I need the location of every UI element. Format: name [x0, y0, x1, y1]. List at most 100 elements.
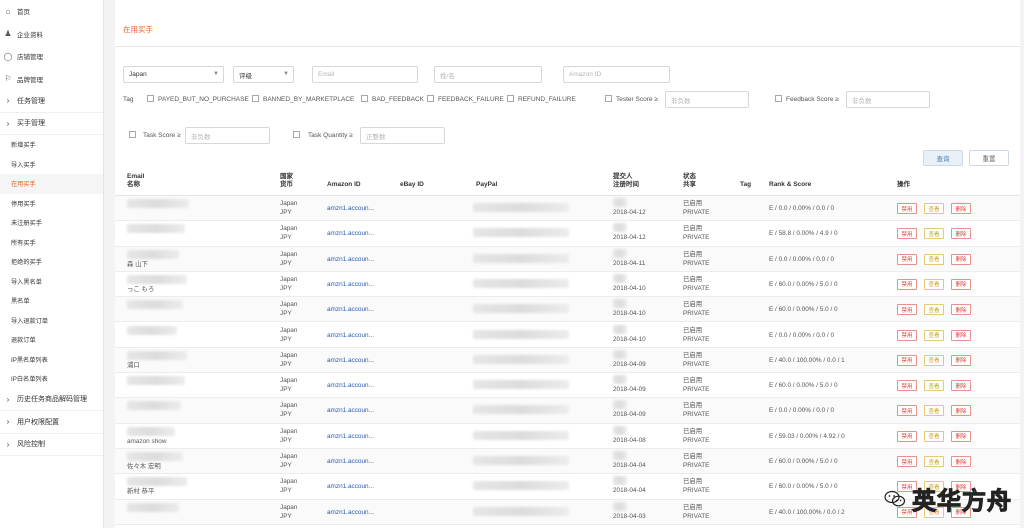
table-row[interactable]: Japan JPY amzn1.accoun... 2018-04-12 已启用 PRIV… — [115, 221, 1020, 247]
tag-checkbox[interactable] — [361, 95, 368, 102]
amazon-id-link[interactable]: amzn1.accoun... — [327, 230, 374, 238]
ban-button[interactable]: 禁用 — [897, 203, 917, 214]
sidebar-subitem[interactable]: 未注册买手 — [0, 213, 103, 233]
amazon-id-link[interactable]: amzn1.accoun... — [327, 458, 374, 466]
view-button[interactable]: 查看 — [924, 304, 944, 316]
delete-button[interactable]: 删除 — [951, 405, 971, 417]
view-button[interactable]: 查看 — [924, 253, 944, 265]
ban-button[interactable]: 禁用 — [897, 278, 917, 290]
table-row[interactable]: Japan JPY amzn1.accoun... 2018-04-10 已启用 PRIV… — [115, 297, 1020, 323]
table-row[interactable]: amazon show Japan JPY amzn1.accoun... 2018-0… — [115, 424, 1020, 449]
ban-button[interactable]: 禁用 — [897, 405, 917, 417]
table-row[interactable]: 森 山下 Japan JPY amzn1.accoun... 2018-04-11 已启用… — [115, 246, 1020, 272]
sidebar-subitem[interactable]: IP黑名单列表 — [0, 350, 103, 370]
sidebar-subitem[interactable]: 新增买手 — [0, 135, 103, 155]
task-quantity-checkbox[interactable] — [293, 131, 300, 138]
feedback-score-input[interactable]: 非负数 — [846, 91, 930, 108]
ban-button[interactable]: 禁用 — [897, 253, 917, 265]
ban-button[interactable]: 禁用 — [897, 430, 917, 442]
delete-button[interactable]: 删除 — [951, 354, 971, 366]
table-row[interactable]: 佐々木 宏明 Japan JPY amzn1.accoun... 2018-04-04 已… — [115, 449, 1020, 475]
view-button[interactable]: 查看 — [924, 203, 944, 214]
view-button[interactable]: 查看 — [924, 228, 944, 240]
view-button[interactable]: 查看 — [924, 329, 944, 341]
amazon-id-input[interactable]: Amazon ID — [563, 66, 670, 83]
sidebar-subitem[interactable]: IP白名单列表 — [0, 369, 103, 389]
table-row[interactable]: っこ もろ Japan JPY amzn1.accoun... 2018-04-10 已启… — [115, 272, 1020, 298]
table-row[interactable]: Japan JPY amzn1.accoun... 2018-04-09 已启用 PRIV… — [115, 398, 1020, 424]
ban-button[interactable]: 禁用 — [897, 354, 917, 366]
sidebar-subitem[interactable]: 退款订单 — [0, 330, 103, 350]
delete-button[interactable]: 删除 — [951, 430, 971, 442]
view-button[interactable]: 查看 — [924, 380, 944, 392]
amazon-id-link[interactable]: amzn1.accoun... — [327, 306, 374, 314]
task-score-input[interactable]: 非负数 — [185, 127, 270, 144]
sidebar-group[interactable]: › 买手管理 — [0, 113, 103, 135]
sidebar-subitem[interactable]: 黑名单 — [0, 291, 103, 311]
sidebar-subitem[interactable]: 导入买手 — [0, 155, 103, 175]
sidebar-subitem[interactable]: 导入退款订单 — [0, 311, 103, 331]
amazon-id-link[interactable]: amzn1.accoun... — [327, 382, 374, 390]
rank-score-cell: E / 60.0 / 0.00% / 5.0 / 0 — [769, 382, 838, 390]
delete-button[interactable]: 删除 — [951, 380, 971, 392]
sidebar-item-home[interactable]: ⌂ 首页 — [0, 0, 103, 23]
amazon-id-link[interactable]: amzn1.accoun... — [327, 357, 374, 365]
ban-button[interactable]: 禁用 — [897, 329, 917, 341]
table-row[interactable]: Japan JPY amzn1.accoun... 2018-04-10 已启用 PRIV… — [115, 323, 1020, 348]
sidebar-group[interactable]: › 用户权限配置 — [0, 411, 103, 434]
amazon-id-link[interactable]: amzn1.accoun... — [327, 256, 374, 264]
ban-button[interactable]: 禁用 — [897, 228, 917, 240]
view-button[interactable]: 查看 — [924, 456, 944, 467]
tag-checkbox[interactable] — [507, 95, 514, 102]
tester-score-checkbox[interactable] — [605, 95, 612, 102]
sidebar-group[interactable]: › 风险控制 — [0, 434, 103, 456]
table-row[interactable]: Japan JPY amzn1.accoun... 2018-04-12 已启用 PRIV… — [115, 196, 1020, 222]
amazon-id-link[interactable]: amzn1.accoun... — [327, 433, 374, 441]
ban-button[interactable]: 禁用 — [897, 304, 917, 316]
email-input[interactable]: Email — [312, 66, 418, 83]
rating-select[interactable]: 评级 ▼ — [233, 66, 294, 83]
sidebar-subitem[interactable]: 停用买手 — [0, 194, 103, 214]
view-button[interactable]: 查看 — [924, 430, 944, 442]
amazon-id-link[interactable]: amzn1.accoun... — [327, 407, 374, 415]
sidebar-item-company[interactable]: ♟ 企业资料 — [0, 23, 103, 46]
table-row[interactable]: 浦口 Japan JPY amzn1.accoun... 2018-04-09 已启用 PR… — [115, 347, 1020, 374]
amazon-id-link[interactable]: amzn1.accoun... — [327, 281, 374, 289]
view-button[interactable]: 查看 — [924, 354, 944, 366]
feedback-score-checkbox[interactable] — [775, 95, 782, 102]
delete-button[interactable]: 删除 — [951, 253, 971, 265]
delete-button[interactable]: 删除 — [951, 203, 971, 214]
delete-button[interactable]: 删除 — [951, 228, 971, 240]
ban-button[interactable]: 禁用 — [897, 456, 917, 467]
tag-checkbox[interactable] — [147, 95, 154, 102]
sidebar-subitem[interactable]: 在用买手 — [0, 174, 103, 194]
sidebar-subitem[interactable]: 所有买手 — [0, 233, 103, 253]
sidebar-item-bookmark[interactable]: ⚐ 品牌管理 — [0, 68, 103, 91]
sidebar-subitem[interactable]: 拒绝的买手 — [0, 252, 103, 272]
sidebar-subitem[interactable]: 导入黑名单 — [0, 272, 103, 292]
tag-checkbox[interactable] — [252, 95, 259, 102]
amazon-id-link[interactable]: amzn1.accoun... — [327, 332, 374, 340]
delete-button[interactable]: 删除 — [951, 304, 971, 316]
sidebar-group[interactable]: › 任务管理 — [0, 90, 103, 113]
name-input[interactable]: 姓/名 — [434, 66, 542, 83]
delete-button[interactable]: 删除 — [951, 278, 971, 290]
delete-button[interactable]: 删除 — [951, 456, 971, 467]
sidebar-group[interactable]: › 历史任务商品解码管理 — [0, 389, 103, 411]
tester-score-input[interactable]: 非负数 — [665, 91, 749, 108]
table-row[interactable]: Japan JPY amzn1.accoun... 2018-04-09 已启用 PRIV… — [115, 373, 1020, 399]
delete-button[interactable]: 删除 — [951, 329, 971, 341]
view-button[interactable]: 查看 — [924, 405, 944, 417]
country-select[interactable]: Japan ▼ — [123, 66, 224, 83]
view-button[interactable]: 查看 — [924, 278, 944, 290]
search-button[interactable]: 查询 — [923, 150, 963, 166]
sidebar-item-shop[interactable]: ◯ 店铺管理 — [0, 45, 103, 68]
amazon-id-link[interactable]: amzn1.accoun... — [327, 509, 374, 517]
ban-button[interactable]: 禁用 — [897, 380, 917, 392]
tag-checkbox[interactable] — [427, 95, 434, 102]
task-quantity-input[interactable]: 正整数 — [360, 127, 445, 144]
amazon-id-link[interactable]: amzn1.accoun... — [327, 205, 374, 213]
amazon-id-link[interactable]: amzn1.accoun... — [327, 483, 374, 491]
task-score-checkbox[interactable] — [129, 131, 136, 138]
reset-button[interactable]: 重置 — [969, 150, 1009, 166]
